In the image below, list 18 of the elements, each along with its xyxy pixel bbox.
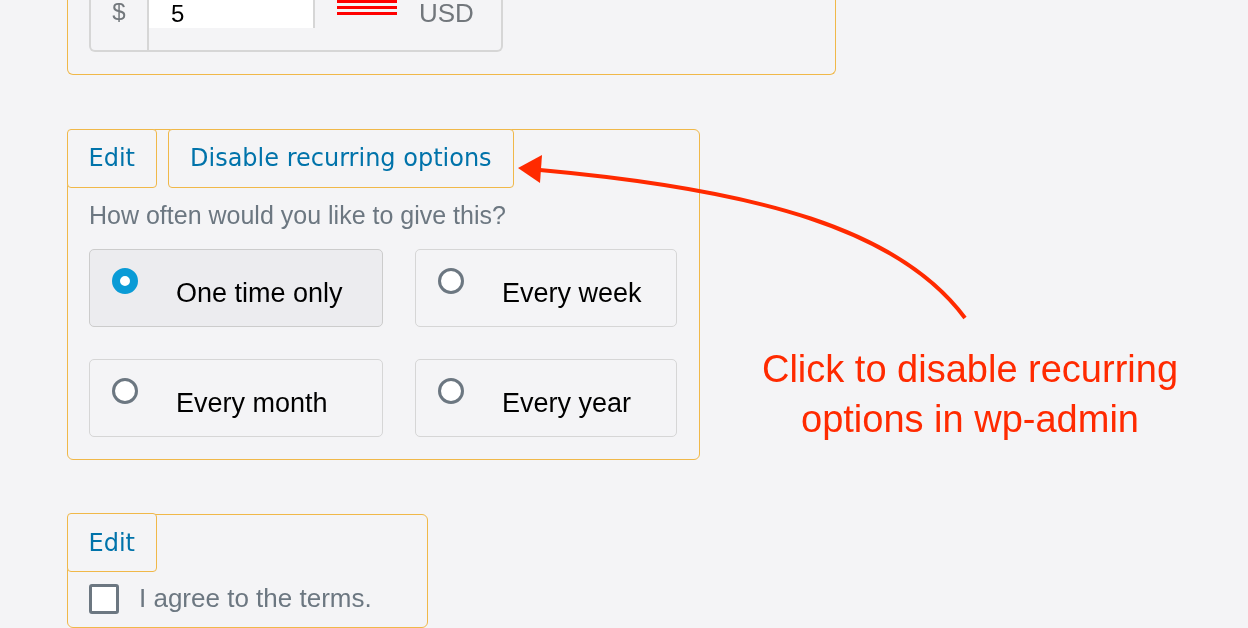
radio-button[interactable]: [438, 377, 464, 404]
frequency-option[interactable]: Every week: [415, 248, 677, 327]
flag-icon: [337, 0, 397, 16]
frequency-option[interactable]: Every year: [415, 358, 677, 437]
annotation-text: Click to disable recurring options in wp-admin: [760, 347, 1180, 442]
checkbox[interactable]: [89, 583, 119, 614]
frequency-option[interactable]: One time only: [89, 248, 383, 327]
question-label: How often would you like to give this?: [89, 199, 507, 230]
radio-button[interactable]: [438, 267, 464, 294]
edit-button[interactable]: Edit: [66, 513, 157, 572]
disable-recurring-button[interactable]: Disable recurring options: [168, 128, 514, 188]
radio-button[interactable]: [112, 267, 138, 294]
amount-input[interactable]: 5: [149, 0, 315, 28]
currency-code: USD: [419, 0, 474, 26]
terms-label: I agree to the terms.: [139, 583, 372, 614]
radio-button[interactable]: [112, 377, 138, 404]
frequency-option[interactable]: Every month: [89, 358, 383, 437]
edit-button[interactable]: Edit: [66, 128, 157, 188]
